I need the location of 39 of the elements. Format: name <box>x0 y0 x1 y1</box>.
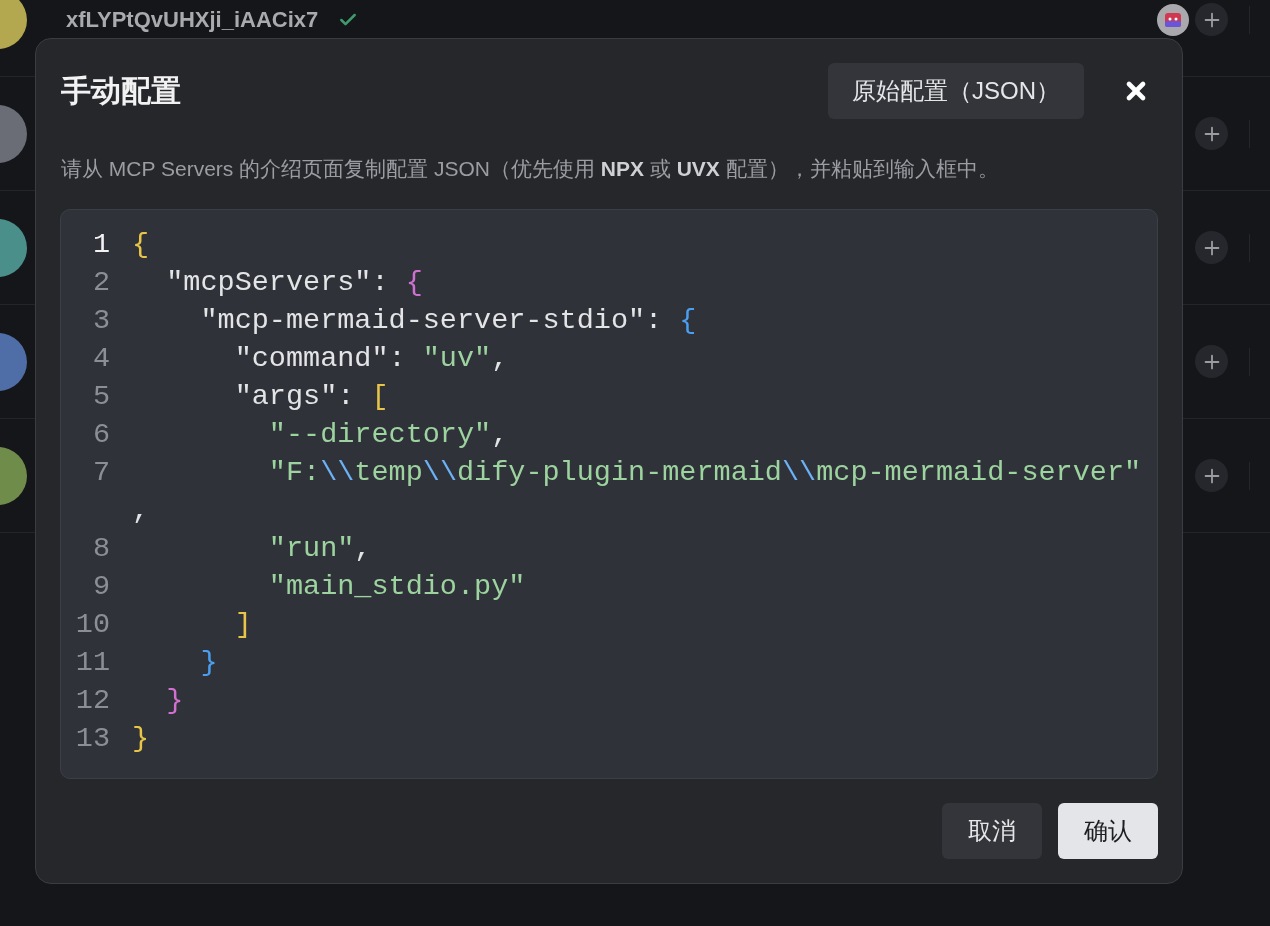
add-button[interactable] <box>1195 117 1228 150</box>
code-editor[interactable] <box>60 209 1158 779</box>
code-line: "run", <box>267 531 373 567</box>
add-button[interactable] <box>1195 3 1228 36</box>
raw-config-button[interactable]: 原始配置（JSON） <box>828 63 1084 119</box>
line-number: 8 <box>91 531 110 567</box>
code-line: } <box>199 645 219 681</box>
code-line: "args": [ <box>233 379 390 415</box>
server-name: xfLYPtQvUHXji_iAACix7 <box>66 6 319 33</box>
code-line: "command": "uv", <box>233 341 510 377</box>
code-line: } <box>165 683 185 719</box>
line-number: 9 <box>91 569 110 605</box>
cancel-button[interactable]: 取消 <box>942 803 1042 859</box>
line-number: 3 <box>91 303 110 339</box>
line-number: 10 <box>74 607 110 643</box>
instruction-text: 请从 MCP Servers 的介绍页面复制配置 JSON（优先使用 NPX 或 UVX 配置），并粘贴到输入框中。 <box>61 156 1000 182</box>
line-number: 2 <box>91 265 110 301</box>
add-button[interactable] <box>1195 345 1228 378</box>
code-line: "--directory", <box>267 417 510 453</box>
confirm-button[interactable]: 确认 <box>1058 803 1158 859</box>
code-line: ] <box>233 607 253 643</box>
code-line: "mcpServers": { <box>165 265 424 301</box>
line-number: 5 <box>91 379 110 415</box>
dialog-title: 手动配置 <box>61 72 182 109</box>
code-line: { <box>132 227 151 263</box>
line-number: 4 <box>91 341 110 377</box>
line-number: 6 <box>91 417 110 453</box>
add-button[interactable] <box>1195 459 1228 492</box>
line-number: 7 <box>91 455 110 491</box>
code-line: } <box>132 721 151 757</box>
add-button[interactable] <box>1195 231 1228 264</box>
line-number: 1 <box>91 227 110 263</box>
line-number: 12 <box>74 683 110 719</box>
line-number: 13 <box>74 721 110 757</box>
code-line: "main_stdio.py" <box>267 569 527 605</box>
code-line: "mcp-mermaid-server-stdio": { <box>199 303 698 339</box>
robot-icon[interactable] <box>1157 3 1189 36</box>
code-line: "F:\\temp\\dify-plugin-mermaid\\mcp-mermaid-server" , <box>132 455 1143 529</box>
line-number: 11 <box>74 645 110 681</box>
